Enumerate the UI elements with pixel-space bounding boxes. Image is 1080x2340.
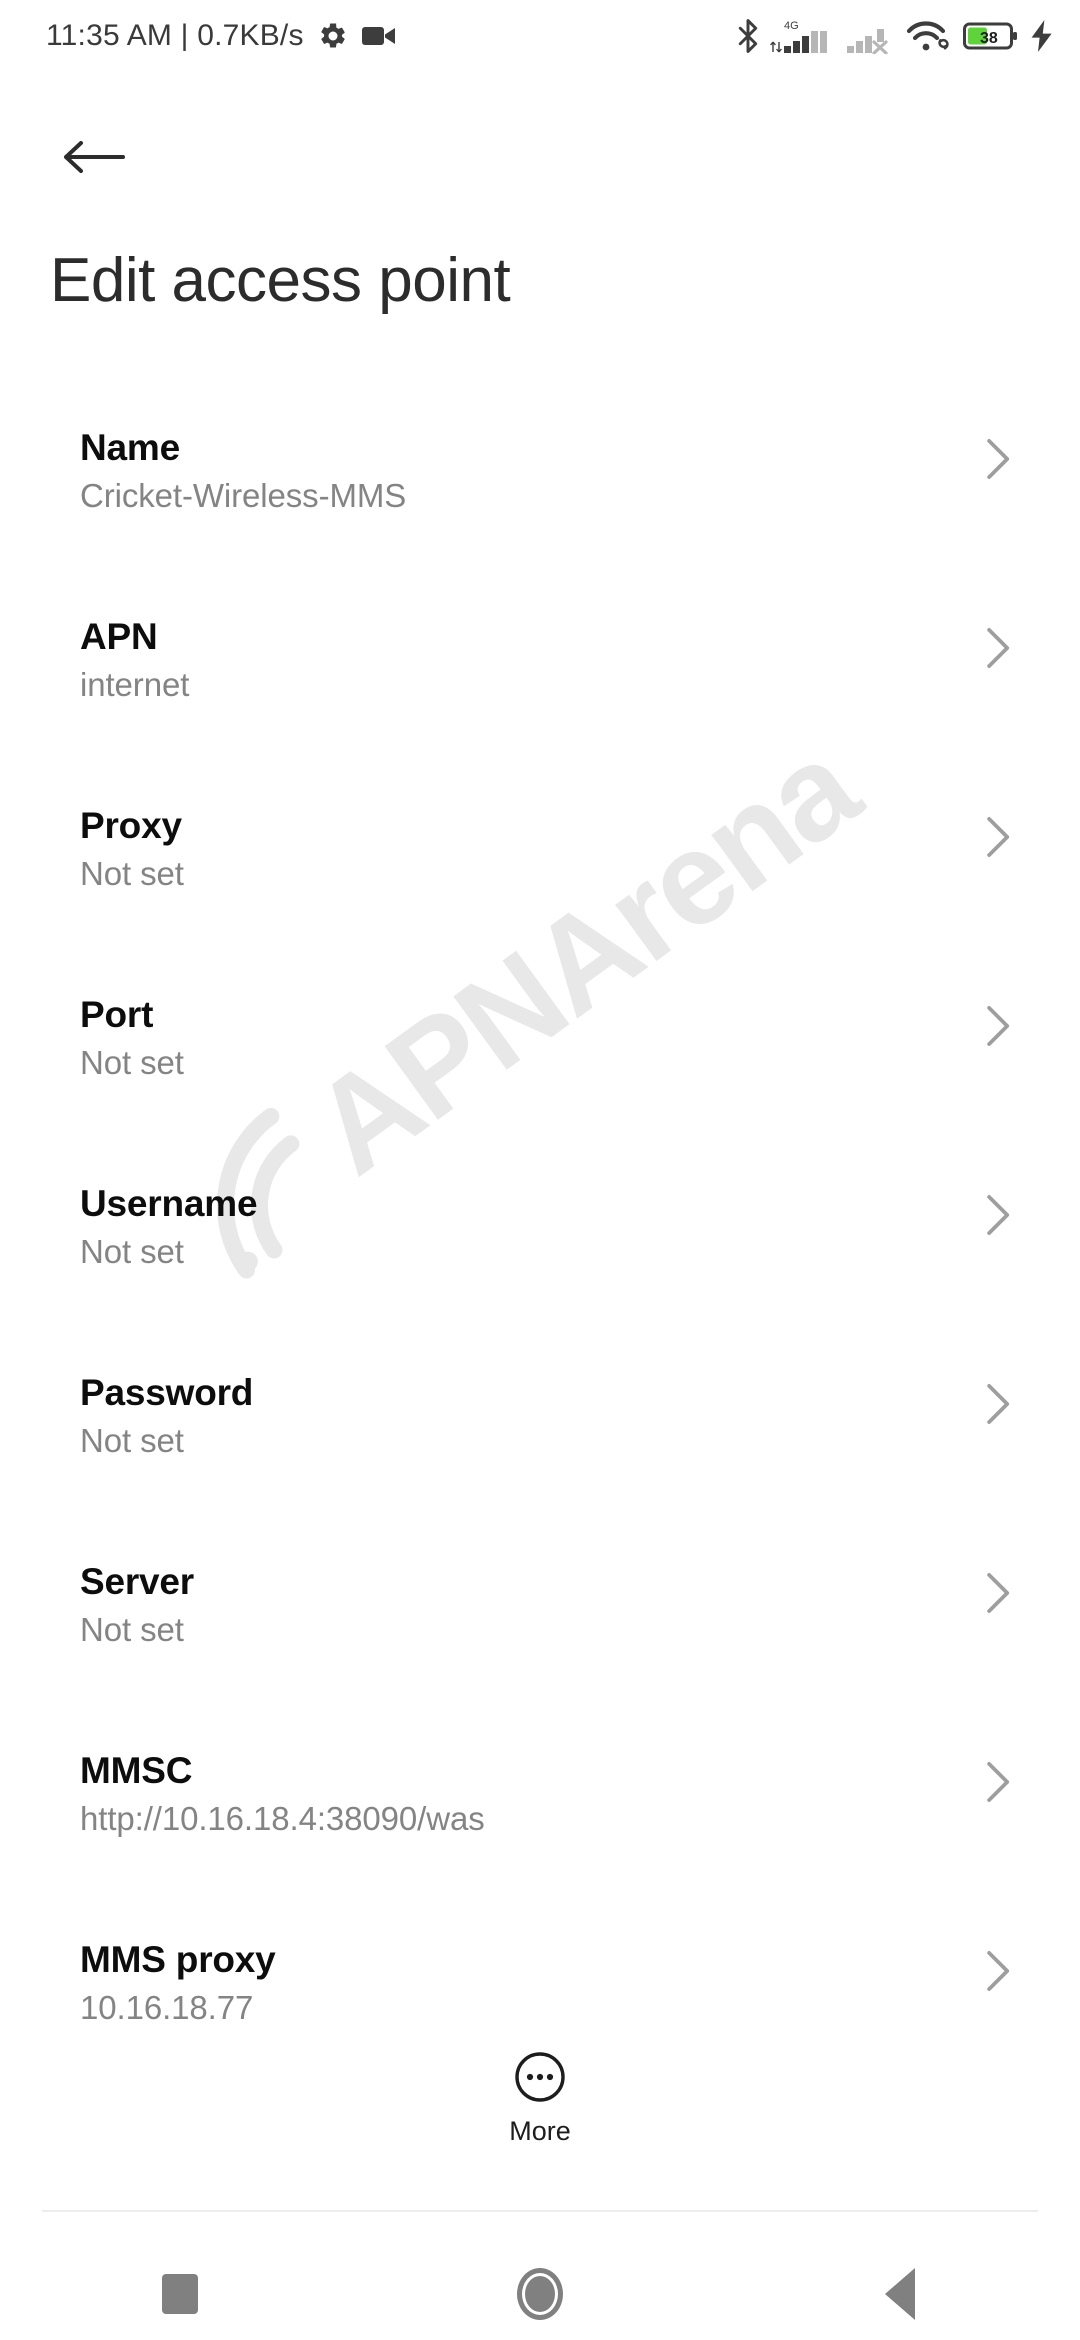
battery-icon: 38 bbox=[963, 21, 1019, 51]
nav-home-button[interactable] bbox=[360, 2248, 720, 2340]
settings-row-mmsc[interactable]: MMSC http://10.16.18.4:38090/was bbox=[0, 1725, 1080, 1914]
charging-bolt-icon bbox=[1030, 20, 1054, 52]
row-value: Not set bbox=[80, 1610, 184, 1648]
chevron-right-icon bbox=[987, 439, 1010, 479]
row-title: APN bbox=[80, 616, 158, 657]
more-button-label: More bbox=[509, 2116, 571, 2146]
wifi-icon bbox=[906, 19, 952, 53]
chevron-right-icon bbox=[987, 817, 1010, 857]
nav-recents-button[interactable] bbox=[0, 2248, 360, 2340]
navigation-bar bbox=[0, 2248, 1080, 2340]
overflow-dots-circle-icon bbox=[515, 2052, 565, 2102]
chevron-right-icon bbox=[987, 1762, 1010, 1802]
status-bar-clock: 11:35 AM | 0.7KB/s bbox=[46, 19, 304, 52]
chevron-right-icon bbox=[987, 628, 1010, 668]
more-button[interactable]: More bbox=[0, 2050, 1080, 2147]
video-camera-icon bbox=[361, 23, 396, 49]
row-value: Not set bbox=[80, 1232, 184, 1270]
settings-list: Name Cricket-Wireless-MMS APN internet P… bbox=[0, 402, 1080, 2103]
signal-no-service-icon bbox=[847, 18, 895, 54]
square-icon bbox=[162, 2274, 198, 2314]
settings-row-apn[interactable]: APN internet bbox=[0, 591, 1080, 780]
row-title: Port bbox=[80, 994, 154, 1035]
triangle-left-icon bbox=[885, 2268, 915, 2320]
chevron-right-icon bbox=[987, 1384, 1010, 1424]
status-bar: 11:35 AM | 0.7KB/s 4G 38 bbox=[0, 0, 1080, 72]
settings-row-username[interactable]: Username Not set bbox=[0, 1158, 1080, 1347]
row-value: internet bbox=[80, 665, 190, 703]
phone-screen: 11:35 AM | 0.7KB/s 4G 38 Edit access poi… bbox=[0, 0, 1080, 2340]
row-value: Not set bbox=[80, 854, 184, 892]
settings-row-port[interactable]: Port Not set bbox=[0, 969, 1080, 1158]
row-value: Not set bbox=[80, 1421, 184, 1459]
chevron-right-icon bbox=[987, 1573, 1010, 1613]
bluetooth-icon bbox=[737, 19, 759, 53]
row-title: Username bbox=[80, 1183, 258, 1224]
status-bar-right: 4G 38 bbox=[737, 18, 1054, 54]
signal-4g-icon: 4G bbox=[770, 18, 836, 54]
row-title: MMS proxy bbox=[80, 1939, 276, 1980]
chevron-right-icon bbox=[987, 1006, 1010, 1046]
chevron-right-icon bbox=[987, 1951, 1010, 1991]
row-title: Proxy bbox=[80, 805, 182, 846]
back-button[interactable] bbox=[42, 118, 146, 196]
settings-row-password[interactable]: Password Not set bbox=[0, 1347, 1080, 1536]
settings-row-proxy[interactable]: Proxy Not set bbox=[0, 780, 1080, 969]
gear-icon bbox=[318, 21, 348, 51]
page-title: Edit access point bbox=[50, 246, 511, 315]
row-title: Password bbox=[80, 1372, 254, 1413]
settings-row-server[interactable]: Server Not set bbox=[0, 1536, 1080, 1725]
row-value: Not set bbox=[80, 1043, 184, 1081]
svg-text:4G: 4G bbox=[784, 20, 799, 32]
settings-row-name[interactable]: Name Cricket-Wireless-MMS bbox=[0, 402, 1080, 591]
row-value: Cricket-Wireless-MMS bbox=[80, 476, 407, 514]
row-value: 10.16.18.77 bbox=[80, 1988, 254, 2026]
row-title: Server bbox=[80, 1561, 195, 1602]
svg-text:38: 38 bbox=[980, 30, 998, 47]
circle-icon bbox=[517, 2268, 563, 2320]
row-title: MMSC bbox=[80, 1750, 193, 1791]
chevron-right-icon bbox=[987, 1195, 1010, 1235]
row-title: Name bbox=[80, 427, 180, 468]
arrow-left-icon bbox=[64, 141, 125, 173]
row-value: http://10.16.18.4:38090/was bbox=[80, 1799, 485, 1837]
status-bar-left: 11:35 AM | 0.7KB/s bbox=[46, 19, 396, 53]
bottom-divider bbox=[42, 2210, 1038, 2212]
nav-back-button[interactable] bbox=[720, 2248, 1080, 2340]
